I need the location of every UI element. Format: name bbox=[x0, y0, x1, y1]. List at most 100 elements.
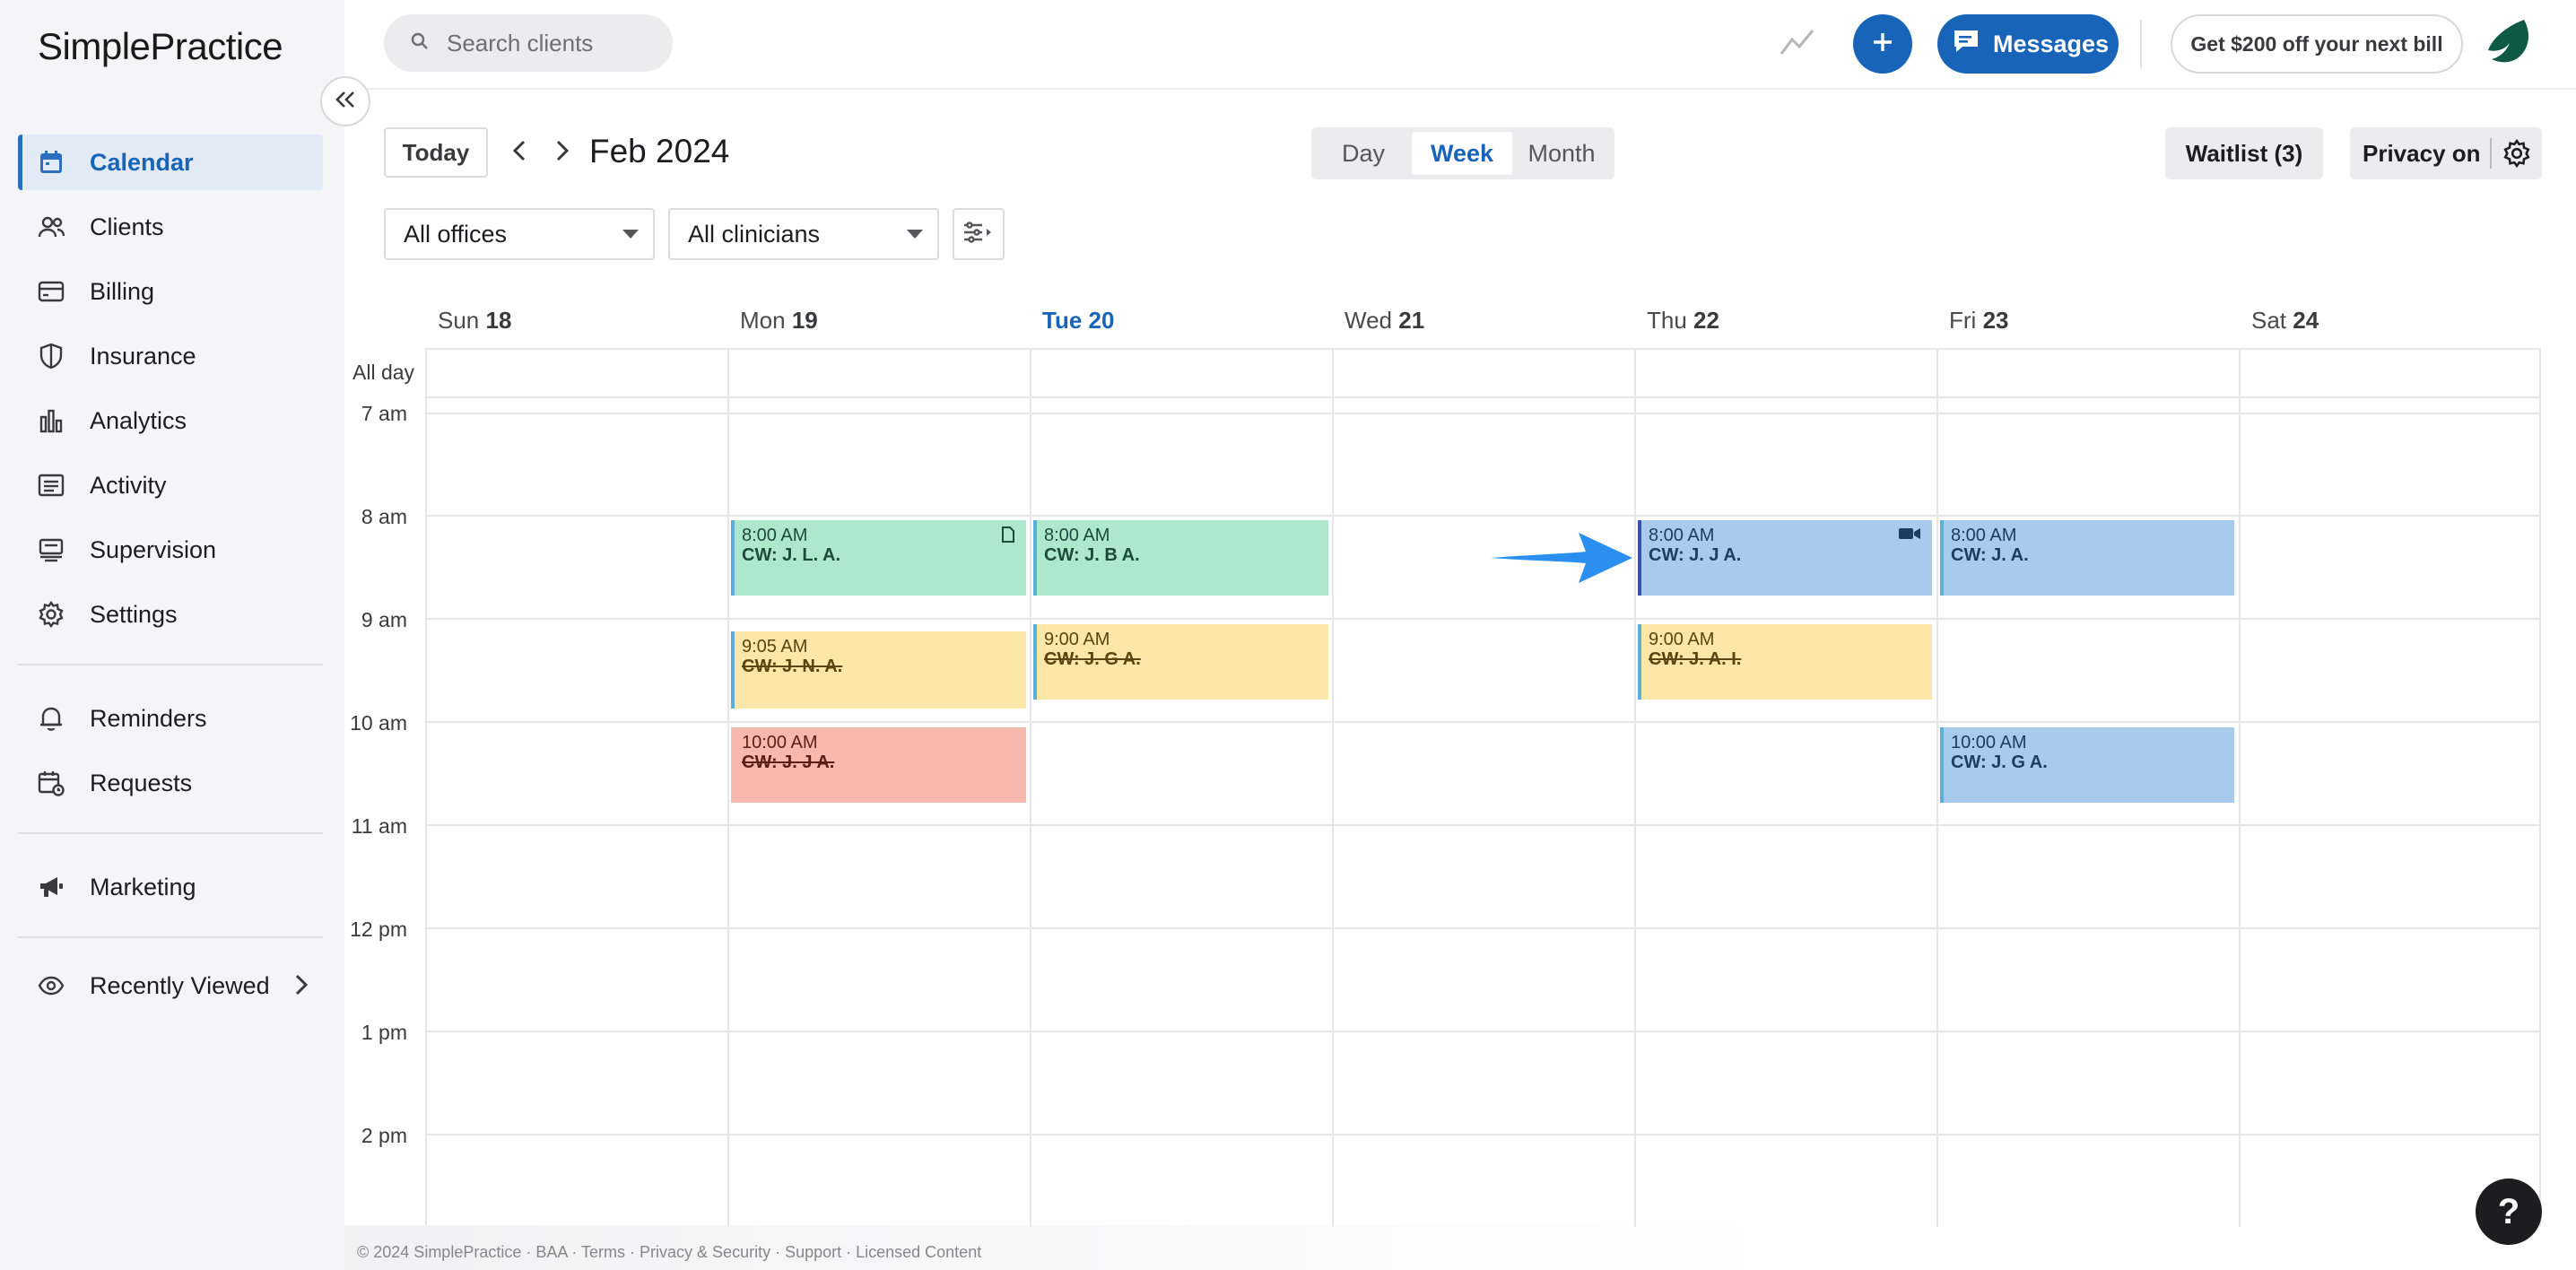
privacy-divider bbox=[2490, 138, 2492, 169]
sidebar-item-calendar[interactable]: Calendar bbox=[18, 135, 323, 190]
previous-week-button[interactable] bbox=[506, 135, 533, 170]
search-input[interactable]: Search clients bbox=[384, 14, 673, 72]
appointment-card[interactable]: 8:00 AM CW: J. L. A. bbox=[731, 520, 1026, 596]
collapse-sidebar-button[interactable] bbox=[320, 76, 370, 126]
time-label: 2 pm bbox=[361, 1124, 407, 1147]
all-day-row[interactable] bbox=[425, 348, 2540, 398]
sidebar-item-billing[interactable]: Billing bbox=[18, 264, 323, 319]
app-logo[interactable]: SimplePractice bbox=[38, 25, 283, 68]
sidebar-item-requests[interactable]: Requests bbox=[18, 755, 323, 811]
sidebar-divider bbox=[18, 664, 323, 665]
day-name: Sat bbox=[2251, 307, 2287, 334]
grid-line bbox=[425, 1031, 2540, 1032]
view-switcher: Day Week Month bbox=[1311, 127, 1614, 179]
brand-leaf-icon[interactable] bbox=[2483, 16, 2537, 74]
time-label: 9 am bbox=[361, 608, 407, 631]
time-label: 7 am bbox=[361, 402, 407, 425]
help-button[interactable]: ? bbox=[2476, 1179, 2542, 1245]
appointment-client: CW: J. G A. bbox=[1951, 752, 2048, 772]
trend-line-icon[interactable] bbox=[1780, 27, 1815, 62]
shield-icon bbox=[36, 341, 66, 371]
appointment-client: CW: J. G A. bbox=[1044, 649, 1141, 669]
add-button[interactable] bbox=[1853, 14, 1912, 74]
sidebar-item-label: Clients bbox=[90, 213, 164, 240]
sidebar-item-analytics[interactable]: Analytics bbox=[18, 393, 323, 448]
sidebar-item-reminders[interactable]: Reminders bbox=[18, 691, 323, 746]
chevron-right-icon bbox=[555, 139, 570, 167]
clinicians-select[interactable]: All clinicians bbox=[668, 208, 939, 260]
day-header-thu[interactable]: Thu 22 bbox=[1647, 307, 1719, 335]
appointment-card[interactable]: 10:00 AM CW: J. J A. bbox=[731, 727, 1026, 803]
promo-button[interactable]: Get $200 off your next bill bbox=[2171, 14, 2463, 74]
sidebar-item-activity[interactable]: Activity bbox=[18, 457, 323, 513]
grid-line bbox=[425, 721, 2540, 723]
appointment-card[interactable]: 10:00 AM CW: J. G A. bbox=[1940, 727, 2234, 803]
time-label: 1 pm bbox=[361, 1021, 407, 1044]
time-label: 10 am bbox=[350, 711, 407, 735]
sidebar-item-label: Settings bbox=[90, 600, 178, 628]
sidebar-item-supervision[interactable]: Supervision bbox=[18, 522, 323, 578]
waitlist-button[interactable]: Waitlist (3) bbox=[2165, 127, 2323, 179]
sidebar-item-recently-viewed[interactable]: Recently Viewed bbox=[18, 958, 323, 1013]
appointment-time: 8:00 AM bbox=[1044, 526, 1110, 545]
chat-bubble-icon bbox=[1952, 28, 1980, 61]
sidebar-item-clients[interactable]: Clients bbox=[18, 199, 323, 255]
today-button[interactable]: Today bbox=[384, 127, 488, 178]
sidebar-item-insurance[interactable]: Insurance bbox=[18, 328, 323, 384]
clinicians-select-value: All clinicians bbox=[688, 220, 821, 248]
appointment-card[interactable]: 9:05 AM CW: J. N. A. bbox=[731, 631, 1026, 709]
appointment-card[interactable]: 9:00 AM CW: J. G A. bbox=[1033, 624, 1328, 700]
calendar-settings-gear-icon[interactable] bbox=[2502, 138, 2531, 174]
day-header-sun[interactable]: Sun 18 bbox=[438, 307, 511, 335]
sidebar-item-label: Billing bbox=[90, 277, 155, 305]
next-week-button[interactable] bbox=[549, 135, 576, 170]
offices-select[interactable]: All offices bbox=[384, 208, 655, 260]
day-name: Wed bbox=[1345, 307, 1392, 334]
day-header-tue[interactable]: Tue 20 bbox=[1042, 307, 1114, 335]
day-header-wed[interactable]: Wed 21 bbox=[1345, 307, 1424, 335]
megaphone-icon bbox=[36, 872, 66, 902]
day-number: 21 bbox=[1398, 307, 1425, 334]
sidebar-item-marketing[interactable]: Marketing bbox=[18, 859, 323, 915]
list-icon bbox=[36, 470, 66, 500]
sidebar-item-label: Analytics bbox=[90, 406, 187, 434]
messages-button[interactable]: Messages bbox=[1937, 14, 2119, 74]
note-icon bbox=[1001, 526, 1015, 548]
grid-line bbox=[1030, 348, 1031, 1227]
gear-icon bbox=[36, 599, 66, 630]
sidebar-item-label: Recently Viewed bbox=[90, 971, 270, 999]
footer-links[interactable]: © 2024 SimplePractice · BAA · Terms · Pr… bbox=[357, 1243, 981, 1262]
view-week-tab[interactable]: Week bbox=[1412, 132, 1512, 175]
search-placeholder: Search clients bbox=[447, 29, 594, 57]
appointment-card[interactable]: 8:00 AM CW: J. B A. bbox=[1033, 520, 1328, 596]
top-bar: Search clients Messages Get $200 off you… bbox=[344, 0, 2576, 90]
privacy-toggle[interactable]: Privacy on bbox=[2350, 127, 2542, 179]
grid-line bbox=[425, 348, 2540, 350]
sliders-icon bbox=[962, 221, 995, 248]
time-label: 8 am bbox=[361, 505, 407, 528]
view-day-tab[interactable]: Day bbox=[1317, 132, 1410, 175]
all-day-label: All day bbox=[352, 361, 415, 384]
view-month-tab[interactable]: Month bbox=[1514, 132, 1609, 175]
day-name: Tue bbox=[1042, 307, 1083, 334]
day-name: Fri bbox=[1949, 307, 1977, 334]
month-title: Feb 2024 bbox=[589, 133, 730, 170]
appointment-card[interactable]: 9:00 AM CW: J. A. I. bbox=[1638, 624, 1932, 700]
day-header-mon[interactable]: Mon 19 bbox=[740, 307, 818, 335]
filter-button[interactable] bbox=[953, 208, 1005, 260]
grid-line bbox=[425, 348, 427, 1227]
topbar-divider bbox=[2140, 20, 2142, 68]
day-header-sat[interactable]: Sat 24 bbox=[2251, 307, 2319, 335]
appointment-card[interactable]: 8:00 AM CW: J. A. bbox=[1940, 520, 2234, 596]
day-name: Mon bbox=[740, 307, 786, 334]
search-icon bbox=[411, 32, 429, 55]
day-header-fri[interactable]: Fri 23 bbox=[1949, 307, 2008, 335]
appointment-client: CW: J. L. A. bbox=[742, 545, 840, 565]
day-number: 23 bbox=[1982, 307, 2009, 334]
sidebar-item-label: Insurance bbox=[90, 342, 196, 370]
pointer-arrow-icon bbox=[1489, 527, 1634, 591]
appointment-card[interactable]: 8:00 AM CW: J. J A. bbox=[1638, 520, 1932, 596]
calendar-request-icon bbox=[36, 768, 66, 798]
sidebar-item-settings[interactable]: Settings bbox=[18, 587, 323, 642]
day-number: 20 bbox=[1088, 307, 1115, 334]
